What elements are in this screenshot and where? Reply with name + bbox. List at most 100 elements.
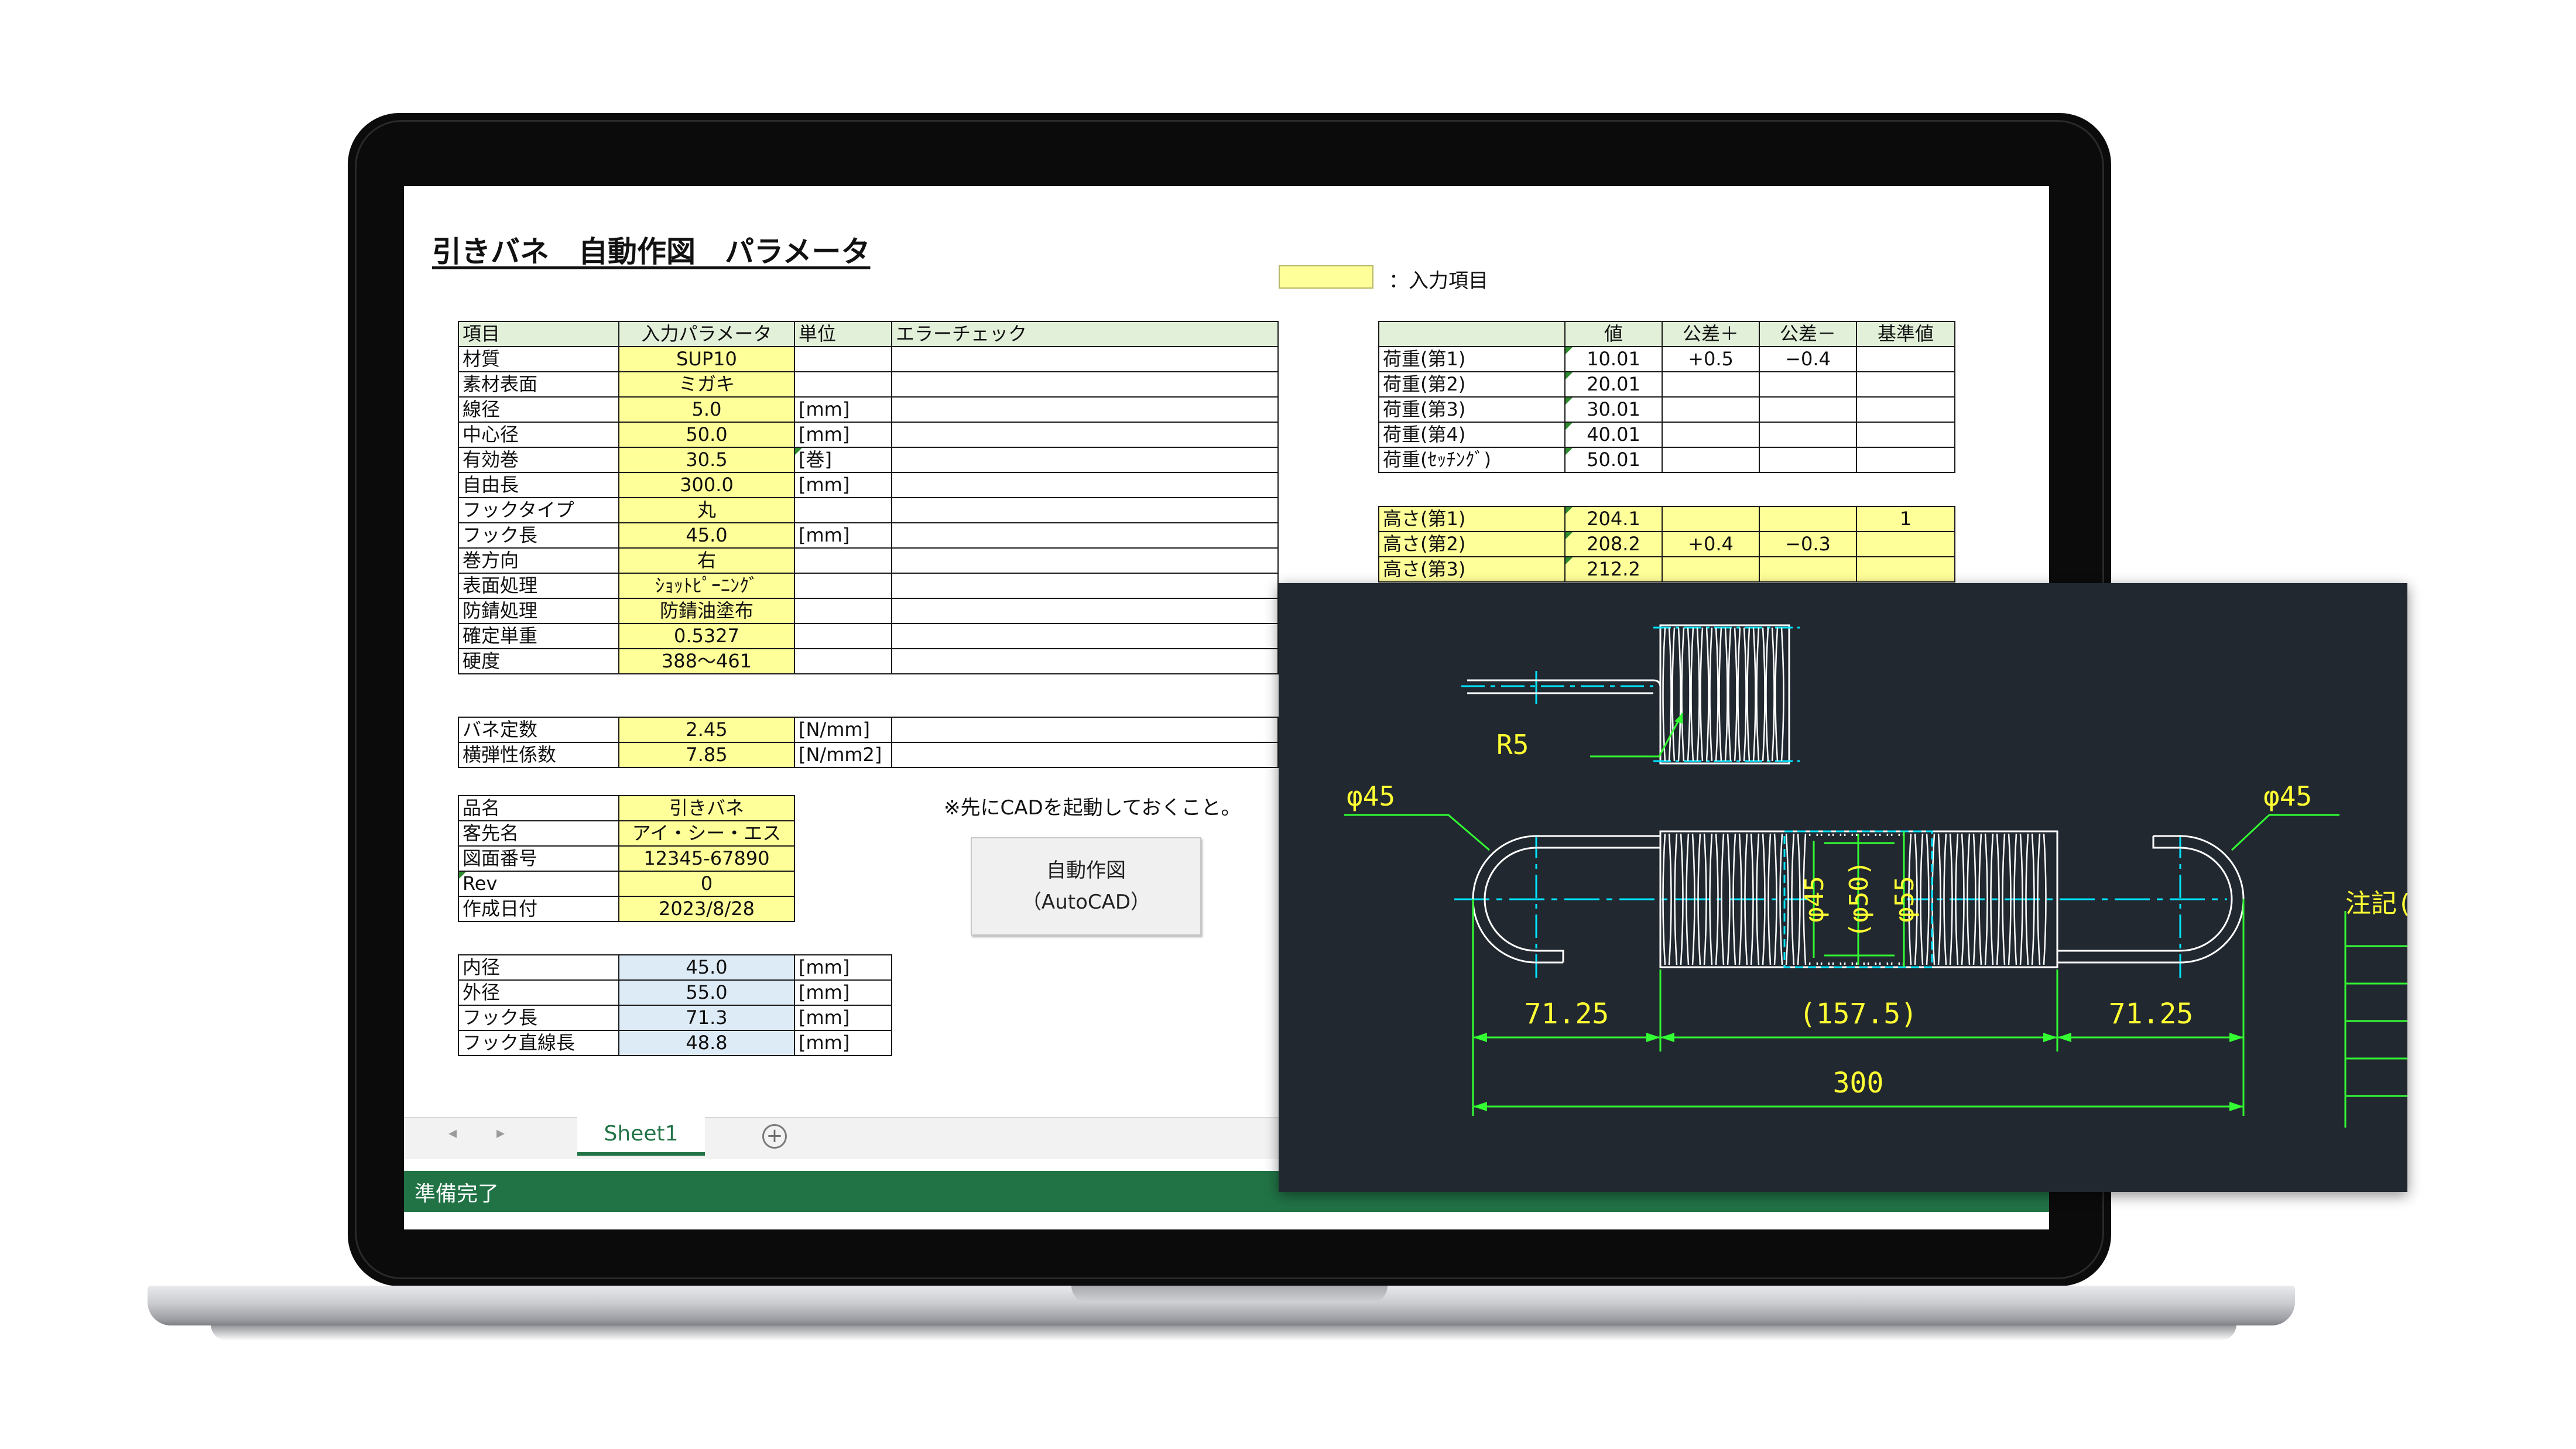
calc-unit-cell[interactable]: [mm]	[794, 954, 892, 981]
param-unit-cell[interactable]: [mm]	[794, 396, 892, 423]
load-tol-plus-cell[interactable]	[1662, 371, 1760, 398]
load-tol-minus-cell[interactable]	[1759, 371, 1857, 398]
param-error-cell[interactable]	[891, 371, 1279, 398]
param-error-cell[interactable]	[891, 422, 1279, 448]
drawing-info-value-cell[interactable]: 0	[618, 871, 795, 897]
calc-name-cell[interactable]: フック直線長	[458, 1030, 619, 1056]
height-base-cell[interactable]	[1856, 531, 1955, 557]
load-tol-plus-cell[interactable]	[1662, 447, 1760, 473]
param-unit-cell[interactable]	[794, 346, 892, 372]
param-name-cell[interactable]: 自由長	[458, 472, 619, 498]
param-input-cell[interactable]: 丸	[618, 497, 795, 523]
load-value-cell[interactable]: 50.01	[1564, 447, 1663, 473]
load-tol-minus-cell[interactable]	[1759, 422, 1857, 448]
load-name-cell[interactable]: 荷重(ｾｯﾁﾝｸﾞ)	[1378, 447, 1566, 473]
param-unit-cell[interactable]	[794, 598, 892, 624]
param-error-cell[interactable]	[891, 648, 1279, 674]
spring-error-cell[interactable]	[891, 717, 1279, 743]
param-unit-cell[interactable]	[794, 573, 892, 599]
height-tol-plus-cell[interactable]	[1662, 556, 1760, 583]
param-unit-cell[interactable]: [mm]	[794, 522, 892, 549]
height-name-cell[interactable]: 高さ(第2)	[1378, 531, 1566, 557]
param-name-cell[interactable]: 材質	[458, 346, 619, 372]
height-tol-minus-cell[interactable]	[1759, 506, 1857, 532]
param-unit-cell[interactable]	[794, 623, 892, 649]
param-input-cell[interactable]: 右	[618, 547, 795, 574]
param-error-cell[interactable]	[891, 497, 1279, 523]
height-name-cell[interactable]: 高さ(第1)	[1378, 506, 1566, 532]
param-name-cell[interactable]: 中心径	[458, 422, 619, 448]
load-name-cell[interactable]: 荷重(第2)	[1378, 371, 1566, 398]
calc-value-cell[interactable]: 48.8	[618, 1030, 795, 1056]
drawing-info-value-cell[interactable]: 2023/8/28	[618, 896, 795, 922]
load-name-cell[interactable]: 荷重(第3)	[1378, 396, 1566, 423]
param-name-cell[interactable]: 素材表面	[458, 371, 619, 398]
param-error-cell[interactable]	[891, 447, 1279, 473]
param-input-cell[interactable]: 防錆油塗布	[618, 598, 795, 624]
param-name-cell[interactable]: 防錆処理	[458, 598, 619, 624]
param-input-cell[interactable]: ｼｮｯﾄﾋﾟｰﾆﾝｸﾞ	[618, 573, 795, 599]
calc-unit-cell[interactable]: [mm]	[794, 1005, 892, 1031]
param-input-cell[interactable]: 45.0	[618, 522, 795, 549]
calc-value-cell[interactable]: 45.0	[618, 954, 795, 981]
param-unit-cell[interactable]	[794, 648, 892, 674]
height-value-cell[interactable]: 212.2	[1564, 556, 1663, 583]
calc-value-cell[interactable]: 71.3	[618, 1005, 795, 1031]
param-input-cell[interactable]: 0.5327	[618, 623, 795, 649]
load-name-cell[interactable]: 荷重(第1)	[1378, 346, 1566, 372]
param-input-cell[interactable]: 50.0	[618, 422, 795, 448]
param-error-cell[interactable]	[891, 396, 1279, 423]
param-unit-cell[interactable]	[794, 547, 892, 574]
spring-name-cell[interactable]: バネ定数	[458, 717, 619, 743]
param-unit-cell[interactable]: [mm]	[794, 472, 892, 498]
param-error-cell[interactable]	[891, 472, 1279, 498]
param-name-cell[interactable]: フックタイプ	[458, 497, 619, 523]
drawing-info-value-cell[interactable]: 12345-67890	[618, 845, 795, 872]
param-unit-cell[interactable]	[794, 371, 892, 398]
height-value-cell[interactable]: 208.2	[1564, 531, 1663, 557]
param-error-cell[interactable]	[891, 346, 1279, 372]
param-input-cell[interactable]: 5.0	[618, 396, 795, 423]
param-input-cell[interactable]: 388～461	[618, 648, 795, 674]
drawing-info-value-cell[interactable]: 引きバネ	[618, 795, 795, 821]
height-tol-plus-cell[interactable]: +0.4	[1662, 531, 1760, 557]
param-error-cell[interactable]	[891, 547, 1279, 574]
param-error-cell[interactable]	[891, 573, 1279, 599]
load-base-cell[interactable]	[1856, 371, 1955, 398]
drawing-info-value-cell[interactable]: アイ・シー・エス	[618, 820, 795, 847]
load-base-cell[interactable]	[1856, 396, 1955, 423]
spring-name-cell[interactable]: 横弾性係数	[458, 742, 619, 768]
spring-unit-cell[interactable]: [N/mm2]	[794, 742, 892, 768]
spring-unit-cell[interactable]: [N/mm]	[794, 717, 892, 743]
height-tol-plus-cell[interactable]	[1662, 506, 1760, 532]
load-value-cell[interactable]: 40.01	[1564, 422, 1663, 448]
scroll-tabs-right-icon[interactable]: ▸	[496, 1123, 505, 1142]
drawing-info-name-cell[interactable]: 図面番号	[458, 845, 619, 872]
drawing-info-name-cell[interactable]: Rev	[458, 871, 619, 897]
param-error-cell[interactable]	[891, 623, 1279, 649]
calc-name-cell[interactable]: フック長	[458, 1005, 619, 1031]
load-name-cell[interactable]: 荷重(第4)	[1378, 422, 1566, 448]
height-tol-minus-cell[interactable]	[1759, 556, 1857, 583]
load-tol-minus-cell[interactable]	[1759, 447, 1857, 473]
calc-unit-cell[interactable]: [mm]	[794, 979, 892, 1006]
drawing-info-name-cell[interactable]: 品名	[458, 795, 619, 821]
param-name-cell[interactable]: 確定単重	[458, 623, 619, 649]
param-name-cell[interactable]: 有効巻	[458, 447, 619, 473]
param-error-cell[interactable]	[891, 522, 1279, 549]
param-input-cell[interactable]: ミガキ	[618, 371, 795, 398]
param-unit-cell[interactable]: [mm]	[794, 422, 892, 448]
param-name-cell[interactable]: 線径	[458, 396, 619, 423]
load-tol-minus-cell[interactable]	[1759, 396, 1857, 423]
param-unit-cell[interactable]	[794, 497, 892, 523]
load-tol-plus-cell[interactable]	[1662, 422, 1760, 448]
param-name-cell[interactable]: フック長	[458, 522, 619, 549]
tab-sheet1[interactable]: Sheet1	[577, 1114, 705, 1156]
load-tol-plus-cell[interactable]	[1662, 396, 1760, 423]
param-input-cell[interactable]: 300.0	[618, 472, 795, 498]
load-base-cell[interactable]	[1856, 447, 1955, 473]
drawing-info-name-cell[interactable]: 客先名	[458, 820, 619, 847]
height-tol-minus-cell[interactable]: −0.3	[1759, 531, 1857, 557]
height-name-cell[interactable]: 高さ(第3)	[1378, 556, 1566, 583]
height-base-cell[interactable]: 1	[1856, 506, 1955, 532]
